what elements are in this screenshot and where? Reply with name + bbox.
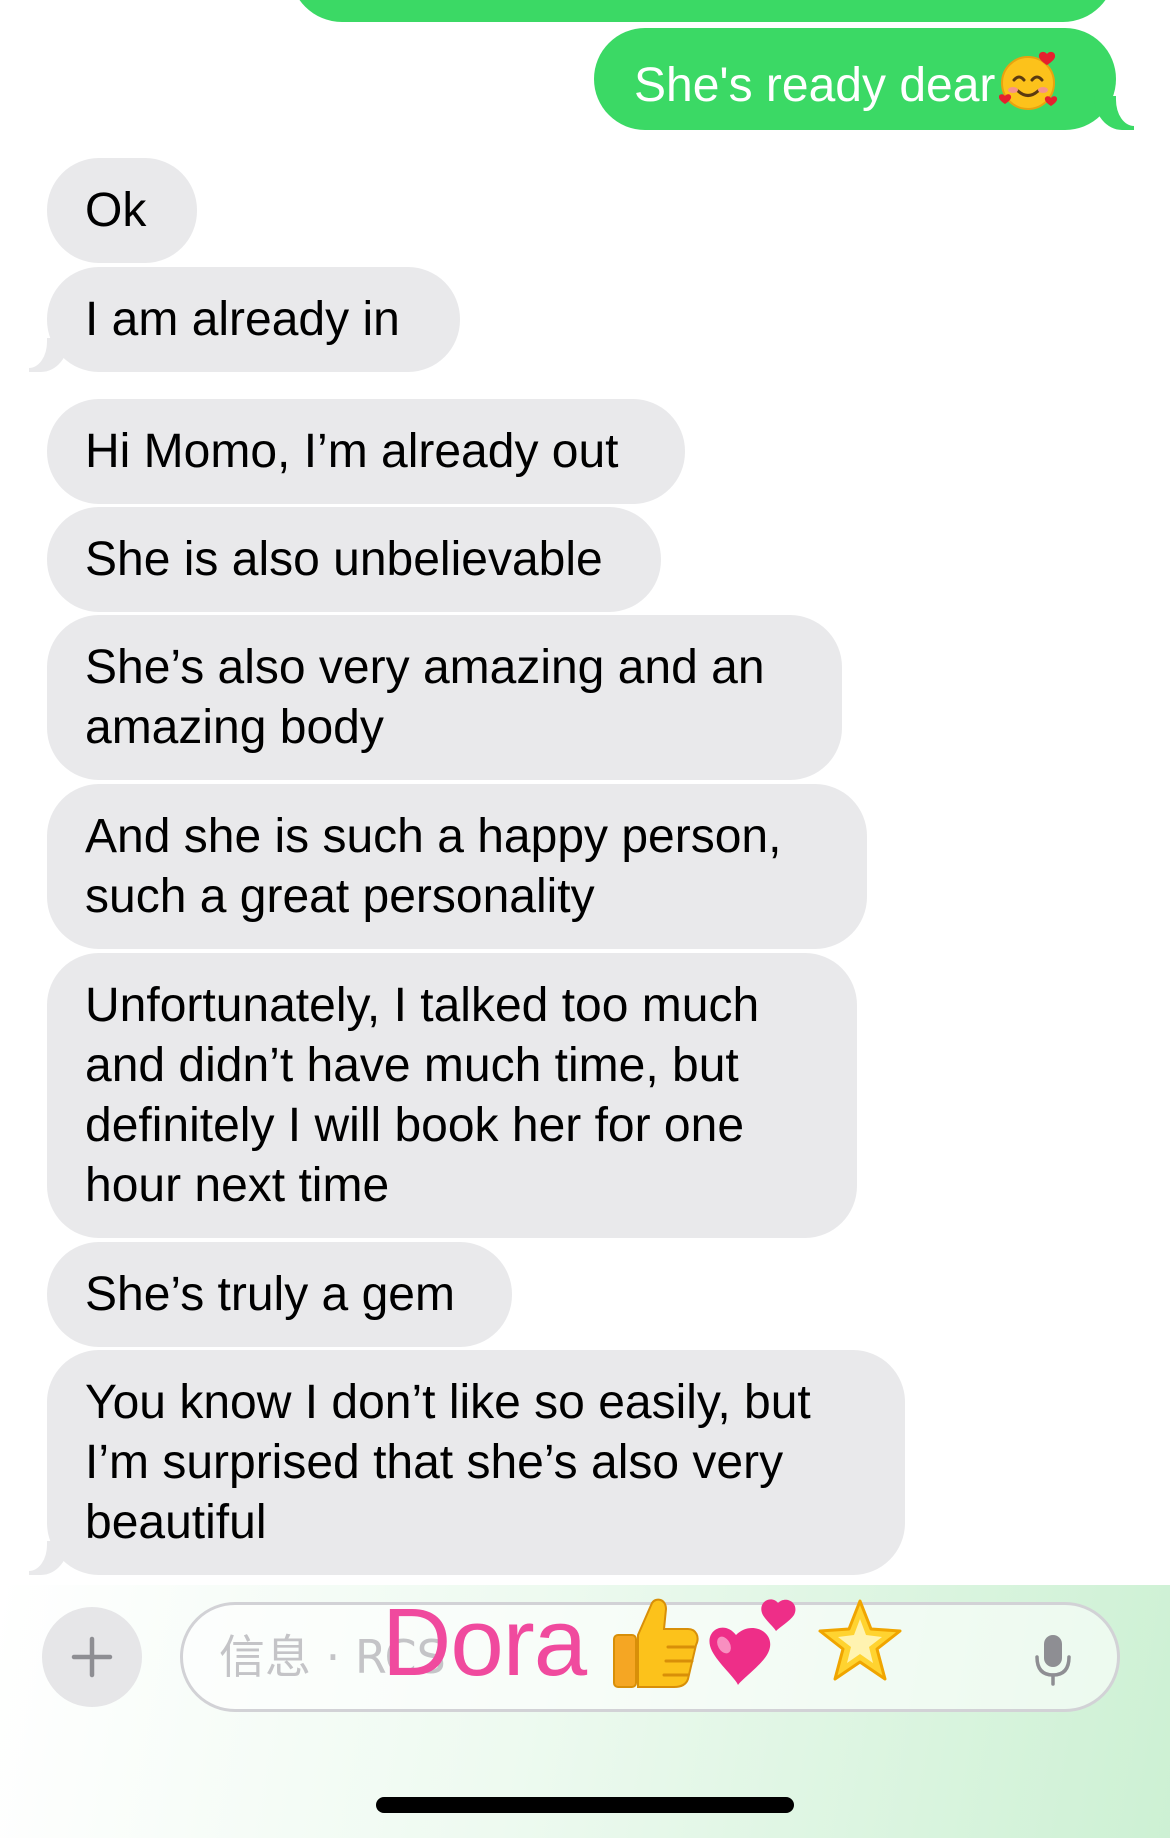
message-text-line: You know I don’t like so easily, but [85,1376,811,1429]
message-text: She’s truly a gem [85,1268,455,1321]
incoming-message-bubble[interactable]: She’s truly a gem [47,1242,512,1347]
incoming-message-bubble[interactable]: I am already in [29,267,460,372]
message-text-line: beautiful [85,1496,267,1549]
bubble-tail [1094,92,1134,130]
message-text: I am already in [85,293,400,346]
message-text-line: hour next time [85,1159,390,1212]
incoming-message-bubble[interactable]: She is also unbelievable [47,507,661,612]
message-text: She's ready dear [634,59,996,113]
message-text: Hi Momo, I’m already out [85,425,619,478]
two-hearts-icon [709,1599,796,1685]
bubble-tail [29,1537,69,1575]
previous-outgoing-bubble [290,0,1115,22]
message-text-line: amazing body [85,701,384,754]
smiling-face-with-hearts-icon [999,50,1061,127]
add-attachment-button[interactable] [42,1607,142,1707]
incoming-message-bubble[interactable]: Unfortunately, I talked too much and did… [47,953,857,1238]
name-overlay: Dora [382,1583,904,1703]
home-indicator[interactable] [376,1797,794,1813]
message-text-line: such a great personality [85,870,595,923]
incoming-message-bubble[interactable]: She’s also very amazing and an amazing b… [47,615,842,780]
outgoing-message-bubble[interactable]: She's ready dear [594,28,1134,130]
incoming-message-bubble[interactable]: And she is such a happy person, such a g… [47,784,867,949]
glowing-star-icon [818,1599,902,1681]
plus-icon [71,1636,113,1678]
message-text-line: and didn’t have much time, but [85,1039,739,1092]
message-text-line: definitely I will book her for one [85,1099,745,1152]
thumbs-up-icon [613,1598,699,1688]
bubble-tail [29,334,69,372]
incoming-message-bubble[interactable]: Ok [47,158,197,263]
message-text-line: She’s also very amazing and an [85,641,765,694]
message-text: She is also unbelievable [85,533,603,586]
message-text-line: Unfortunately, I talked too much [85,979,760,1032]
message-text-line: And she is such a happy person, [85,810,782,863]
message-text-line: I’m surprised that she’s also very [85,1436,784,1489]
overlay-name-text: Dora [382,1589,587,1696]
incoming-message-bubble[interactable]: You know I don’t like so easily, but I’m… [29,1350,905,1575]
message-text: Ok [85,184,147,237]
incoming-message-bubble[interactable]: Hi Momo, I’m already out [47,399,685,504]
microphone-icon[interactable] [1033,1633,1073,1687]
